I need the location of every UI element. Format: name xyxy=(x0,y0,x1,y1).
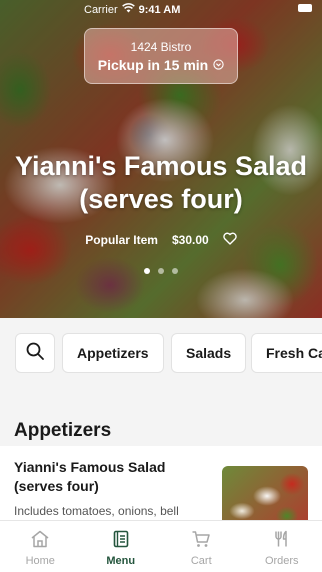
category-chip-appetizers[interactable]: Appetizers xyxy=(62,333,164,373)
carousel-dot[interactable] xyxy=(158,268,164,274)
category-chip-salads[interactable]: Salads xyxy=(171,333,247,373)
tab-label: Cart xyxy=(190,555,212,567)
tab-label: Home xyxy=(25,555,55,567)
wifi-icon xyxy=(121,3,135,16)
pickup-selector[interactable]: 1424 Bistro Pickup in 15 min xyxy=(84,28,238,84)
hero-banner[interactable]: Carrier 9:41 AM 1424 Bistro Pickup in 15… xyxy=(0,0,322,318)
tab-cart[interactable]: Cart xyxy=(161,521,242,572)
status-bar: Carrier 9:41 AM xyxy=(0,0,322,18)
home-icon xyxy=(30,530,50,551)
featured-price: $30.00 xyxy=(171,233,209,247)
tab-label: Orders xyxy=(264,555,299,567)
menu-list: Appetizers Yianni's Famous Salad (serves… xyxy=(0,390,322,532)
menu-item-card[interactable]: Yianni's Famous Salad (serves four) Incl… xyxy=(0,446,322,532)
tab-label: Menu xyxy=(106,555,136,567)
pickup-location: 1424 Bistro xyxy=(130,40,192,54)
pickup-time-label: Pickup in 15 min xyxy=(97,57,209,73)
tab-menu[interactable]: Menu xyxy=(81,521,162,572)
search-icon xyxy=(25,341,45,366)
section-title: Appetizers xyxy=(14,420,112,441)
tab-orders[interactable]: Orders xyxy=(242,521,322,572)
menu-item-name: Yianni's Famous Salad (serves four) xyxy=(14,459,166,494)
heart-icon[interactable] xyxy=(222,232,237,248)
carousel-dots xyxy=(0,268,322,274)
search-button[interactable] xyxy=(15,333,55,373)
tab-bar: Home Menu Cart Orders xyxy=(0,520,322,572)
carrier-label: Carrier xyxy=(84,3,118,16)
clock-time: 9:41 AM xyxy=(138,3,181,16)
tab-home[interactable]: Home xyxy=(0,521,81,572)
battery-icon xyxy=(298,4,312,12)
category-bar: Appetizers Salads Fresh Ca xyxy=(0,318,322,390)
category-chip-fresh[interactable]: Fresh Ca xyxy=(251,333,322,373)
featured-item-title: Yianni's Famous Salad (serves four) xyxy=(14,151,307,214)
menu-book-icon xyxy=(112,530,130,551)
chevron-down-circle-icon xyxy=(213,57,224,73)
pickup-time-row: Pickup in 15 min xyxy=(85,57,237,73)
utensils-icon xyxy=(273,530,291,551)
status-left: Carrier 9:41 AM xyxy=(84,3,180,16)
featured-item-meta: Popular Item $30.00 xyxy=(0,232,322,248)
popular-tag: Popular Item xyxy=(85,233,158,247)
carousel-dot[interactable] xyxy=(144,268,150,274)
carousel-dot[interactable] xyxy=(172,268,178,274)
cart-icon xyxy=(191,530,211,551)
menu-item-description: Includes tomatoes, onions, bell xyxy=(14,504,179,518)
